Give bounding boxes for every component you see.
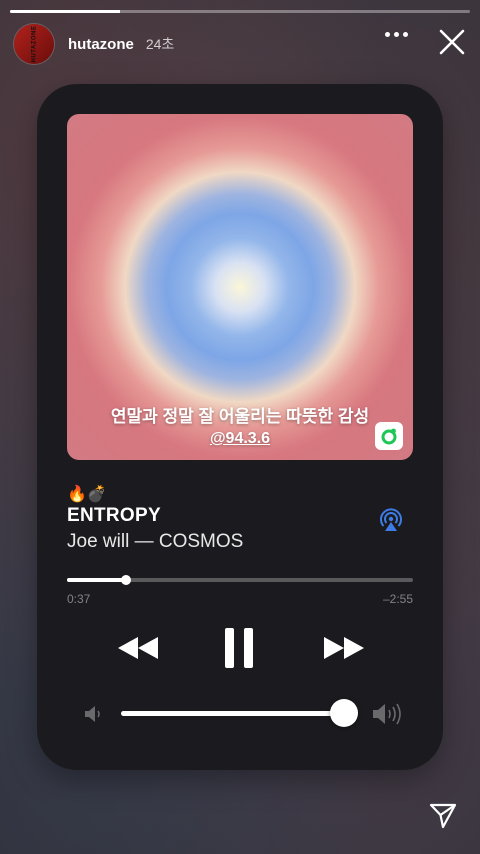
username[interactable]: hutazone xyxy=(68,36,134,53)
melon-badge-icon xyxy=(375,422,403,450)
now-playing-card[interactable]: 연말과 정말 잘 어울리는 따뜻한 감성 @94.3.6 🔥💣 ENTROPY … xyxy=(37,84,443,770)
avatar[interactable]: HUTAZONE xyxy=(14,24,54,64)
story-progress-bar xyxy=(10,10,470,13)
playback-scrubber[interactable] xyxy=(67,575,413,585)
more-horizontal-icon xyxy=(385,32,390,37)
post-time: 24초 xyxy=(145,36,175,52)
volume-slider[interactable] xyxy=(121,699,359,727)
song-title: ENTROPY xyxy=(67,505,161,526)
song-artist-album: Joe will — COSMOS xyxy=(67,531,244,552)
artwork-caption: 연말과 정말 잘 어울리는 따뜻한 감성 xyxy=(110,407,370,426)
send-icon[interactable] xyxy=(428,800,458,830)
pause-icon xyxy=(225,628,253,668)
fast-forward-icon xyxy=(324,637,364,659)
elapsed-time: 0:37 xyxy=(67,592,91,606)
fast-forward-button[interactable] xyxy=(319,628,369,668)
album-artwork: 연말과 정말 잘 어울리는 따뜻한 감성 @94.3.6 xyxy=(67,114,413,460)
volume-level xyxy=(121,711,345,716)
remaining-time: –2:55 xyxy=(382,592,413,606)
story-header: HUTAZONE hutazone 24초 xyxy=(14,22,466,66)
song-emoji: 🔥💣 xyxy=(67,486,107,503)
playback-progress xyxy=(67,578,126,582)
rewind-icon xyxy=(118,637,158,659)
volume-high-icon xyxy=(373,703,401,725)
rewind-button[interactable] xyxy=(113,628,163,668)
scrubber-knob[interactable] xyxy=(120,575,131,585)
avatar-text: HUTAZONE xyxy=(30,25,37,63)
volume-knob[interactable] xyxy=(330,699,359,727)
volume-low-icon xyxy=(85,706,100,722)
pause-button[interactable] xyxy=(217,628,261,668)
story-progress-fill xyxy=(10,10,121,13)
close-icon[interactable] xyxy=(438,28,466,56)
airplay-icon[interactable] xyxy=(377,506,405,534)
artwork-handle: @94.3.6 xyxy=(209,430,271,447)
more-options-button[interactable] xyxy=(385,32,408,37)
